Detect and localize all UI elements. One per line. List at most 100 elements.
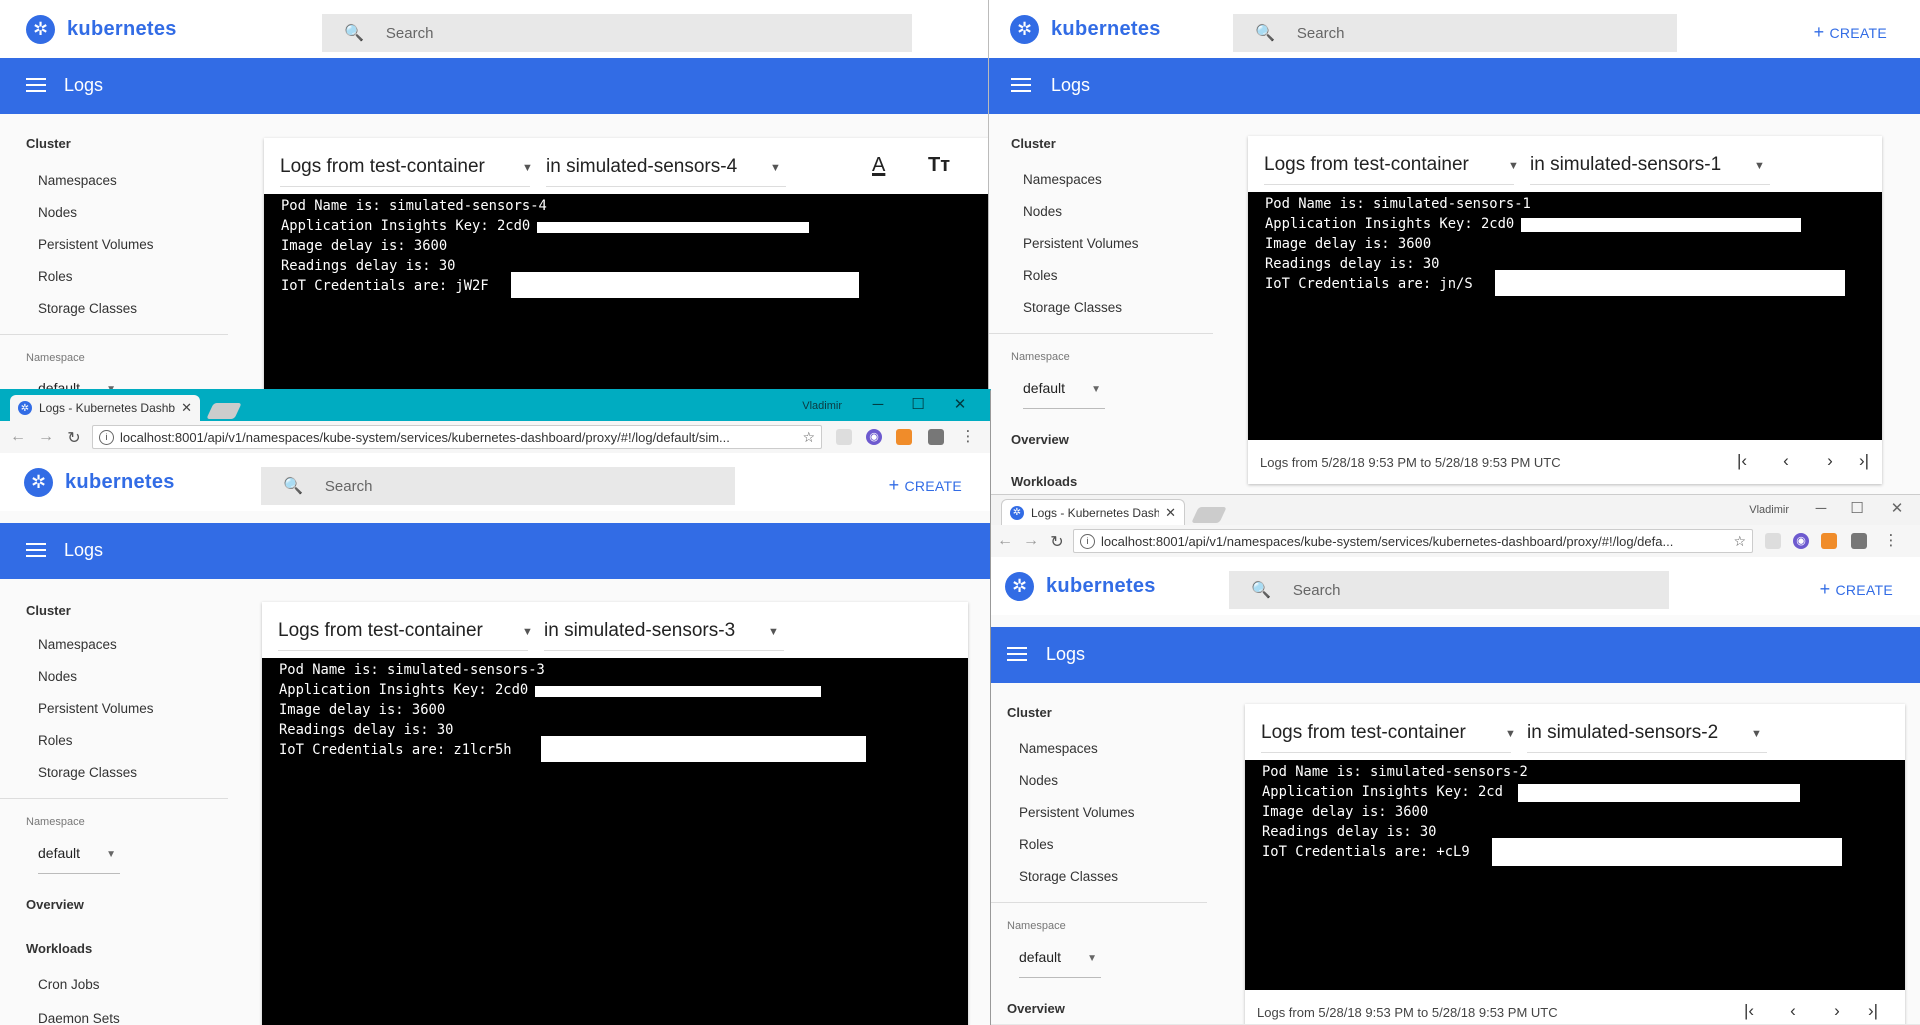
sidebar-item-roles[interactable]: Roles (1023, 268, 1058, 283)
maximize-icon[interactable]: ☐ (1837, 498, 1877, 520)
sidebar-item-overview[interactable]: Overview (1007, 1001, 1065, 1016)
extension-icon[interactable]: ◉ (1793, 533, 1809, 549)
sidebar-item-roles[interactable]: Roles (38, 269, 73, 284)
extension-icon[interactable] (1851, 533, 1867, 549)
previous-page-icon[interactable]: ‹ (1776, 451, 1796, 471)
search-input[interactable]: 🔍 Search (1233, 14, 1677, 52)
container-select[interactable]: Logs from test-container ▼ (280, 156, 533, 178)
search-input[interactable]: 🔍 Search (261, 467, 735, 505)
text-color-icon[interactable]: A (872, 154, 885, 177)
sidebar-item-namespaces[interactable]: Namespaces (38, 173, 117, 188)
new-tab-button[interactable] (1191, 507, 1227, 523)
pod-select[interactable]: in simulated-sensors-4 ▼ (546, 156, 781, 178)
container-select[interactable]: Logs from test-container ▼ (1264, 154, 1519, 176)
extension-icon[interactable]: ◉ (866, 429, 882, 445)
close-window-icon[interactable]: ✕ (1877, 498, 1917, 520)
sidebar-item-storage-classes[interactable]: Storage Classes (38, 765, 137, 780)
sidebar-item-storage-classes[interactable]: Storage Classes (38, 301, 137, 316)
namespace-select[interactable]: default ▼ (1023, 380, 1105, 409)
sidebar-item-persistent-volumes[interactable]: Persistent Volumes (1019, 805, 1135, 820)
sidebar-item-persistent-volumes[interactable]: Persistent Volumes (1023, 236, 1139, 251)
sidebar-section-cluster[interactable]: Cluster (26, 136, 71, 151)
menu-icon[interactable] (1007, 647, 1027, 661)
kubernetes-logo[interactable]: ✲ kubernetes (1010, 15, 1161, 44)
last-page-icon[interactable]: ›| (1863, 1001, 1883, 1021)
browser-menu-icon[interactable]: ⋮ (960, 429, 976, 445)
forward-icon[interactable]: → (1021, 532, 1041, 550)
namespace-select[interactable]: default ▼ (38, 845, 120, 874)
sidebar-item-namespaces[interactable]: Namespaces (1019, 741, 1098, 756)
sidebar-item-roles[interactable]: Roles (38, 733, 73, 748)
sidebar-item-nodes[interactable]: Nodes (1019, 773, 1058, 788)
sidebar-item-nodes[interactable]: Nodes (1023, 204, 1062, 219)
maximize-icon[interactable]: ☐ (898, 394, 938, 416)
sidebar-item-nodes[interactable]: Nodes (38, 205, 77, 220)
minimize-icon[interactable]: ─ (858, 394, 898, 416)
first-page-icon[interactable]: |‹ (1732, 451, 1752, 471)
extension-icon[interactable] (1765, 533, 1781, 549)
sidebar-item-persistent-volumes[interactable]: Persistent Volumes (38, 237, 154, 252)
menu-icon[interactable] (1011, 78, 1031, 92)
reload-icon[interactable]: ↻ (1047, 532, 1067, 552)
sidebar-item-overview[interactable]: Overview (26, 897, 84, 912)
bookmark-star-icon[interactable]: ☆ (1733, 533, 1746, 550)
close-window-icon[interactable]: ✕ (940, 394, 980, 416)
create-button[interactable]: + CREATE (889, 475, 962, 496)
first-page-icon[interactable]: |‹ (1739, 1001, 1759, 1021)
browser-tab[interactable]: ✲ Logs - Kubernetes Dashb ✕ (10, 395, 200, 421)
sidebar-item-nodes[interactable]: Nodes (38, 669, 77, 684)
bookmark-star-icon[interactable]: ☆ (802, 429, 815, 446)
sidebar-item-cron-jobs[interactable]: Cron Jobs (38, 977, 100, 992)
last-page-icon[interactable]: ›| (1854, 451, 1874, 471)
sidebar-item-storage-classes[interactable]: Storage Classes (1019, 869, 1118, 884)
kubernetes-logo[interactable]: ✲ kubernetes (24, 468, 175, 497)
sidebar-section-workloads[interactable]: Workloads (1011, 474, 1077, 489)
next-page-icon[interactable]: › (1827, 1001, 1847, 1021)
browser-menu-icon[interactable]: ⋮ (1883, 533, 1899, 549)
minimize-icon[interactable]: ─ (1801, 498, 1841, 520)
tab-close-icon[interactable]: ✕ (1165, 505, 1176, 521)
container-select[interactable]: Logs from test-container ▼ (1261, 722, 1516, 744)
pod-select[interactable]: in simulated-sensors-2 ▼ (1527, 722, 1762, 744)
tab-close-icon[interactable]: ✕ (181, 400, 192, 416)
metamask-icon[interactable] (1821, 533, 1837, 549)
menu-icon[interactable] (26, 78, 46, 92)
new-tab-button[interactable] (206, 403, 242, 419)
back-icon[interactable]: ← (995, 532, 1015, 550)
extension-icon[interactable] (836, 429, 852, 445)
sidebar-section-workloads[interactable]: Workloads (26, 941, 92, 956)
sidebar-item-overview[interactable]: Overview (1011, 432, 1069, 447)
sidebar-item-storage-classes[interactable]: Storage Classes (1023, 300, 1122, 315)
previous-page-icon[interactable]: ‹ (1783, 1001, 1803, 1021)
sidebar-item-roles[interactable]: Roles (1019, 837, 1054, 852)
pod-select[interactable]: in simulated-sensors-1 ▼ (1530, 154, 1765, 176)
sidebar-section-cluster[interactable]: Cluster (1011, 136, 1056, 151)
sidebar-item-persistent-volumes[interactable]: Persistent Volumes (38, 701, 154, 716)
forward-icon[interactable]: → (36, 428, 56, 446)
sidebar-item-namespaces[interactable]: Namespaces (38, 637, 117, 652)
search-input[interactable]: 🔍 Search (322, 14, 912, 52)
reload-icon[interactable]: ↻ (64, 428, 84, 448)
back-icon[interactable]: ← (8, 428, 28, 446)
profile-name[interactable]: Vladimir (1749, 504, 1789, 516)
create-button[interactable]: + CREATE (1814, 22, 1887, 43)
pod-select[interactable]: in simulated-sensors-3 ▼ (544, 620, 779, 642)
search-input[interactable]: 🔍 Search (1229, 571, 1669, 609)
sidebar-section-cluster[interactable]: Cluster (26, 603, 71, 618)
extension-icon[interactable] (928, 429, 944, 445)
create-button[interactable]: + CREATE (1820, 579, 1893, 600)
sidebar-item-namespaces[interactable]: Namespaces (1023, 172, 1102, 187)
url-input[interactable]: i localhost:8001/api/v1/namespaces/kube-… (92, 425, 822, 449)
sidebar-section-cluster[interactable]: Cluster (1007, 705, 1052, 720)
url-input[interactable]: i localhost:8001/api/v1/namespaces/kube-… (1073, 529, 1753, 553)
menu-icon[interactable] (26, 543, 46, 557)
metamask-icon[interactable] (896, 429, 912, 445)
kubernetes-logo[interactable]: ✲ kubernetes (1005, 572, 1156, 601)
text-size-icon[interactable]: Tт (928, 154, 950, 177)
namespace-select[interactable]: default ▼ (1019, 949, 1101, 978)
browser-tab[interactable]: ✲ Logs - Kubernetes Dashb ✕ (1001, 499, 1185, 525)
next-page-icon[interactable]: › (1820, 451, 1840, 471)
container-select[interactable]: Logs from test-container ▼ (278, 620, 533, 642)
kubernetes-logo[interactable]: ✲ kubernetes (26, 15, 177, 44)
profile-name[interactable]: Vladimir (802, 400, 842, 412)
